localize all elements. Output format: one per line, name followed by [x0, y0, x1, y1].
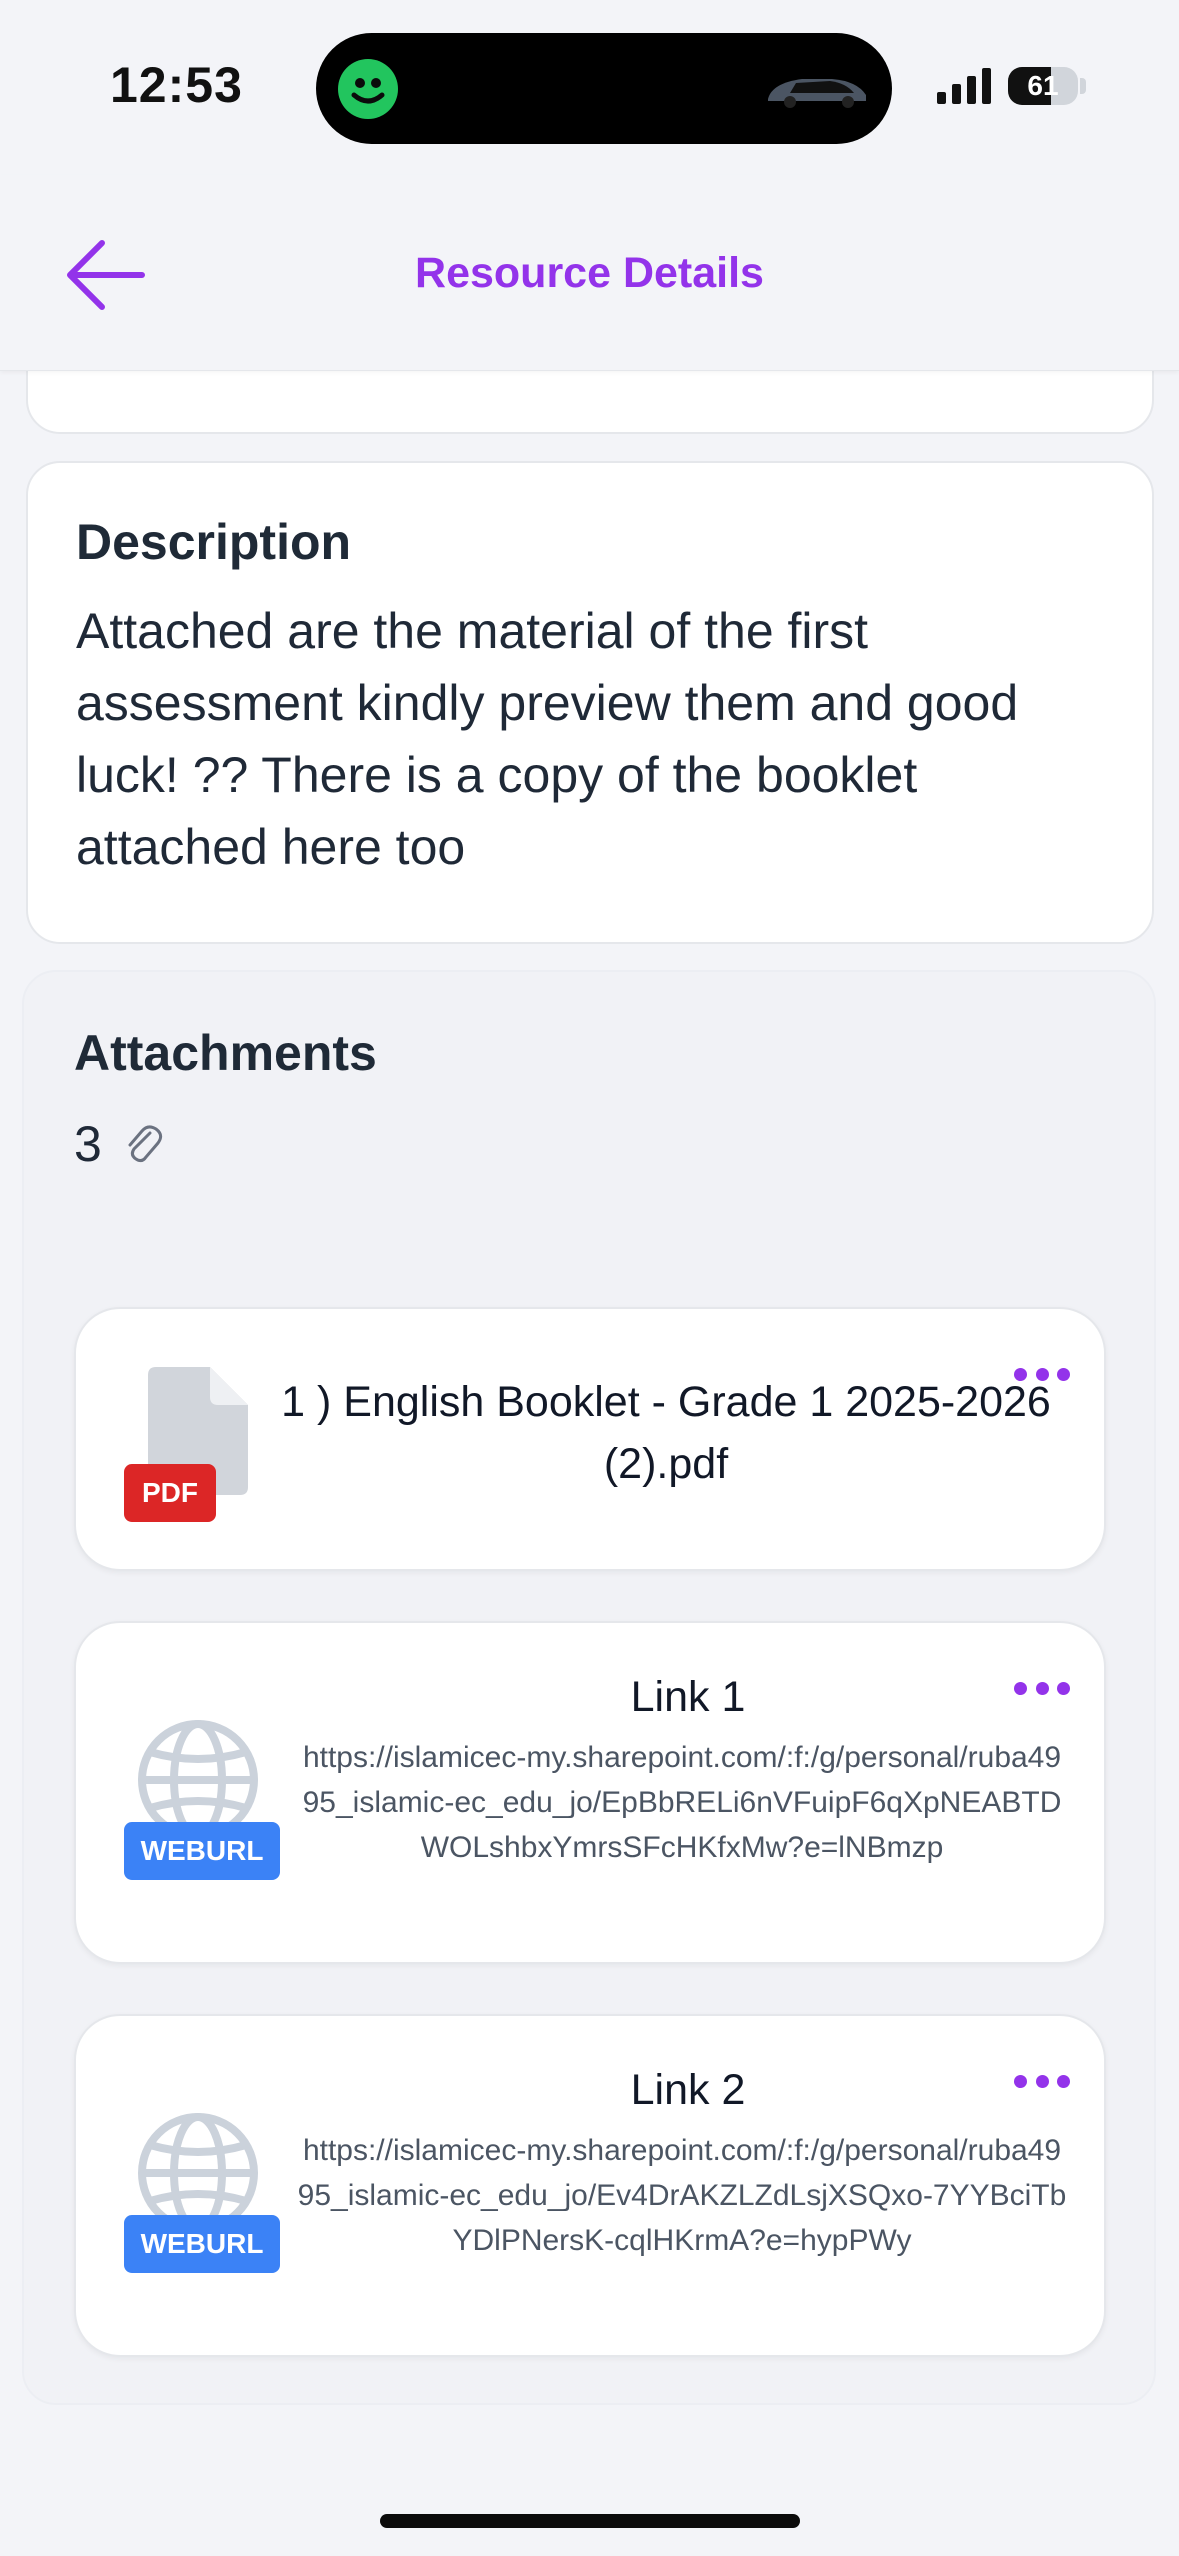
signal-icon [937, 68, 991, 104]
weburl-badge: WEBURL [124, 1822, 280, 1880]
battery-percentage: 61 [1027, 70, 1059, 101]
description-title: Description [76, 514, 352, 570]
link-title: Link 2 [630, 2066, 746, 2114]
battery-tip [1080, 78, 1086, 94]
description-card: Description Attached are the material of… [26, 461, 1154, 944]
status-time: 12:53 [110, 57, 243, 113]
header: Resource Details [0, 175, 1179, 371]
link-url[interactable]: https://islamicec-my.sharepoint.com/:f:/… [296, 1735, 1068, 1870]
attachments-panel: Attachments 3 PDF 1 ) English Booklet - … [22, 970, 1156, 2405]
link-url[interactable]: https://islamicec-my.sharepoint.com/:f:/… [296, 2128, 1068, 2263]
pdf-badge: PDF [124, 1464, 216, 1522]
weburl-badge: WEBURL [124, 2215, 280, 2273]
attachment-card-link-1[interactable]: WEBURL Link 1 https://islamicec-my.share… [74, 1621, 1106, 1964]
car-icon [768, 79, 866, 108]
app-activity-icon [338, 59, 398, 119]
battery-icon: 61 [1008, 67, 1078, 105]
attachments-title: Attachments [74, 1025, 377, 1081]
dynamic-island [316, 33, 892, 144]
attachments-count-row: 3 [74, 1114, 166, 1174]
attachment-file-name: 1 ) English Booklet - Grade 1 2025-2026 … [281, 1378, 1051, 1488]
attachment-card-link-2[interactable]: WEBURL Link 2 https://islamicec-my.share… [74, 2014, 1106, 2357]
attachment-card-pdf[interactable]: PDF 1 ) English Booklet - Grade 1 2025-2… [74, 1307, 1106, 1571]
attachments-count: 3 [74, 1116, 102, 1172]
page-title: Resource Details [415, 249, 764, 297]
description-text: Attached are the material of the first a… [76, 603, 1019, 875]
status-bar: 12:53 61 [0, 0, 1179, 175]
home-indicator[interactable] [380, 2514, 800, 2528]
paperclip-icon [128, 1125, 162, 1163]
link-title: Link 1 [630, 1673, 746, 1721]
